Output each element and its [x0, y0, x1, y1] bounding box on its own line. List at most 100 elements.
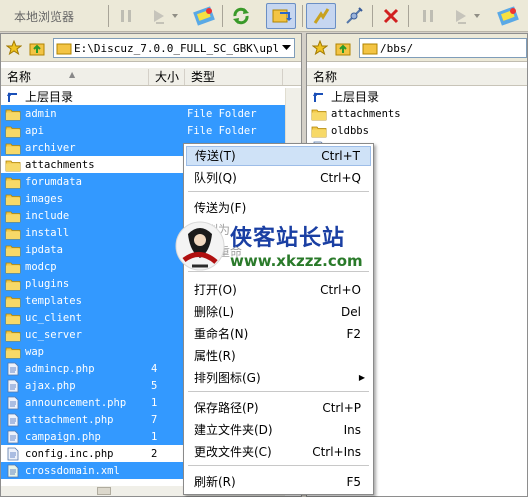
stop-button[interactable] [378, 3, 404, 29]
local-address-bar: E:\Discuz_7.0.0_FULL_SC_GBK\upload [1, 34, 301, 62]
submenu-arrow-icon: ▶ [358, 373, 365, 382]
remote-pause-button[interactable] [416, 3, 440, 29]
play-dropdown-button[interactable] [146, 3, 184, 29]
file-type: File Folder [187, 107, 257, 120]
menu-item-2[interactable]: 传送为(F) [186, 198, 371, 218]
file-name: admincp.php [25, 362, 95, 375]
refresh-icon [233, 7, 249, 25]
local-path-combo[interactable]: E:\Discuz_7.0.0_FULL_SC_GBK\upload [53, 38, 295, 58]
menu-item-4[interactable]: 批量重命 [186, 242, 371, 262]
remote-path-combo[interactable]: /bbs/ [359, 38, 527, 58]
folder-icon [5, 141, 21, 155]
toolbar-separator [302, 5, 303, 27]
up-directory-row[interactable]: 上层目录 [307, 88, 527, 105]
menu-item-label: 刷新(R) [194, 475, 236, 489]
file-size: 1 [151, 430, 158, 443]
file-name: announcement.php [25, 396, 127, 409]
menu-item-13[interactable]: 刷新(R) F5 [186, 472, 371, 492]
menu-separator [188, 271, 369, 272]
column-name[interactable]: 名称 ▲ [1, 69, 149, 85]
menu-item-label: 传送(T) [195, 149, 236, 163]
connect-icon [193, 6, 215, 26]
local-column-header: 名称 ▲ 大小 类型 [1, 68, 301, 86]
favorite-star-button[interactable] [311, 39, 329, 57]
ftp-connect-button[interactable] [306, 3, 336, 29]
menu-item-label: 删除(L) [194, 305, 235, 319]
connect-manager-button[interactable] [190, 3, 218, 29]
menu-item-shortcut: F5 [346, 475, 361, 489]
pause-icon [423, 10, 433, 22]
file-name: uc_client [25, 311, 82, 324]
menu-item-shortcut: Ctrl+O [320, 283, 361, 297]
folder-icon [5, 107, 21, 121]
folder-icon [56, 43, 72, 55]
toolbar-separator [222, 5, 223, 27]
close-x-icon [383, 8, 399, 24]
file-size: 4 [151, 362, 158, 375]
menu-item-8[interactable]: 属性(R) [186, 346, 371, 366]
menu-item-12[interactable]: 更改文件夹(C) Ctrl+Ins [186, 442, 371, 462]
menu-item-10[interactable]: 保存路径(P) Ctrl+P [186, 398, 371, 418]
favorite-star-button[interactable] [5, 39, 23, 57]
file-name: attachments [331, 107, 401, 120]
local-path-text: E:\Discuz_7.0.0_FULL_SC_GBK\upload [74, 41, 295, 55]
file-name: crossdomain.xml [25, 464, 120, 477]
menu-item-1[interactable]: 队列(Q) Ctrl+Q [186, 168, 371, 188]
file-name: config.inc.php [25, 447, 114, 460]
star-icon [6, 40, 22, 56]
folder-icon [362, 43, 378, 55]
column-size[interactable]: 大小 [149, 69, 185, 85]
remote-play-dropdown-button[interactable] [448, 3, 486, 29]
file-icon [5, 379, 21, 393]
menu-item-shortcut: Ctrl+Ins [312, 445, 361, 459]
pause-button[interactable] [114, 3, 138, 29]
file-size: 2 [151, 447, 158, 460]
play-icon [154, 10, 178, 24]
file-name: archiver [25, 141, 76, 154]
file-name: api [25, 124, 44, 137]
pause-icon [121, 10, 131, 22]
menu-item-6[interactable]: 删除(L) Del [186, 302, 371, 322]
up-directory-row[interactable]: 上层目录 [1, 88, 285, 105]
menu-separator [188, 391, 369, 392]
main-toolbar: 本地浏览器 [0, 0, 528, 32]
column-type[interactable]: 类型 [185, 69, 283, 85]
folder-up-icon [335, 43, 351, 56]
up-directory-label: 上层目录 [25, 90, 74, 104]
file-name: forumdata [25, 175, 82, 188]
file-row-api[interactable]: api File Folder [1, 122, 285, 139]
folder-icon [311, 107, 327, 121]
remote-file-row-attachments[interactable]: attachments [307, 105, 527, 122]
sort-up-icon: ▲ [69, 70, 76, 79]
menu-item-7[interactable]: 重命名(N) F2 [186, 324, 371, 344]
menu-item-label: 保存路径(P) [194, 401, 259, 415]
file-name: uc_server [25, 328, 82, 341]
remote-file-row-oldbbs[interactable]: oldbbs [307, 122, 527, 139]
refresh-button[interactable] [228, 3, 254, 29]
file-row-admin[interactable]: admin File Folder [1, 105, 285, 122]
parent-folder-button[interactable] [29, 39, 47, 57]
column-name[interactable]: 名称 [307, 69, 527, 85]
menu-item-0[interactable]: 传送(T) Ctrl+T [186, 146, 371, 166]
menu-item-9[interactable]: 排列图标(G) ▶ [186, 368, 371, 388]
scroll-thumb[interactable] [97, 487, 111, 495]
folder-icon [5, 124, 21, 138]
file-name: campaign.php [25, 430, 101, 443]
menu-item-5[interactable]: 打开(O) Ctrl+O [186, 280, 371, 300]
disconnect-button[interactable] [340, 3, 368, 29]
parent-folder-button[interactable] [335, 39, 353, 57]
folder-icon [5, 277, 21, 291]
context-menu: 传送(T) Ctrl+T 队列(Q) Ctrl+Q 传送为(F) 队列为批量重命打开(O)… [183, 143, 374, 495]
menu-item-label: 队列为 [194, 223, 231, 237]
local-browser-button[interactable]: 本地浏览器 [4, 3, 84, 29]
menu-item-3[interactable]: 队列为 [186, 220, 371, 240]
file-name: templates [25, 294, 82, 307]
file-icon [5, 362, 21, 376]
chevron-down-icon[interactable] [278, 39, 294, 57]
menu-item-11[interactable]: 建立文件夹(D) Ins [186, 420, 371, 440]
transfer-mode-button[interactable] [266, 3, 296, 29]
toolbar-separator [408, 5, 409, 27]
remote-connect-manager-button[interactable] [494, 3, 522, 29]
menu-item-shortcut: Ctrl+Q [320, 171, 361, 185]
folder-icon [5, 345, 21, 359]
